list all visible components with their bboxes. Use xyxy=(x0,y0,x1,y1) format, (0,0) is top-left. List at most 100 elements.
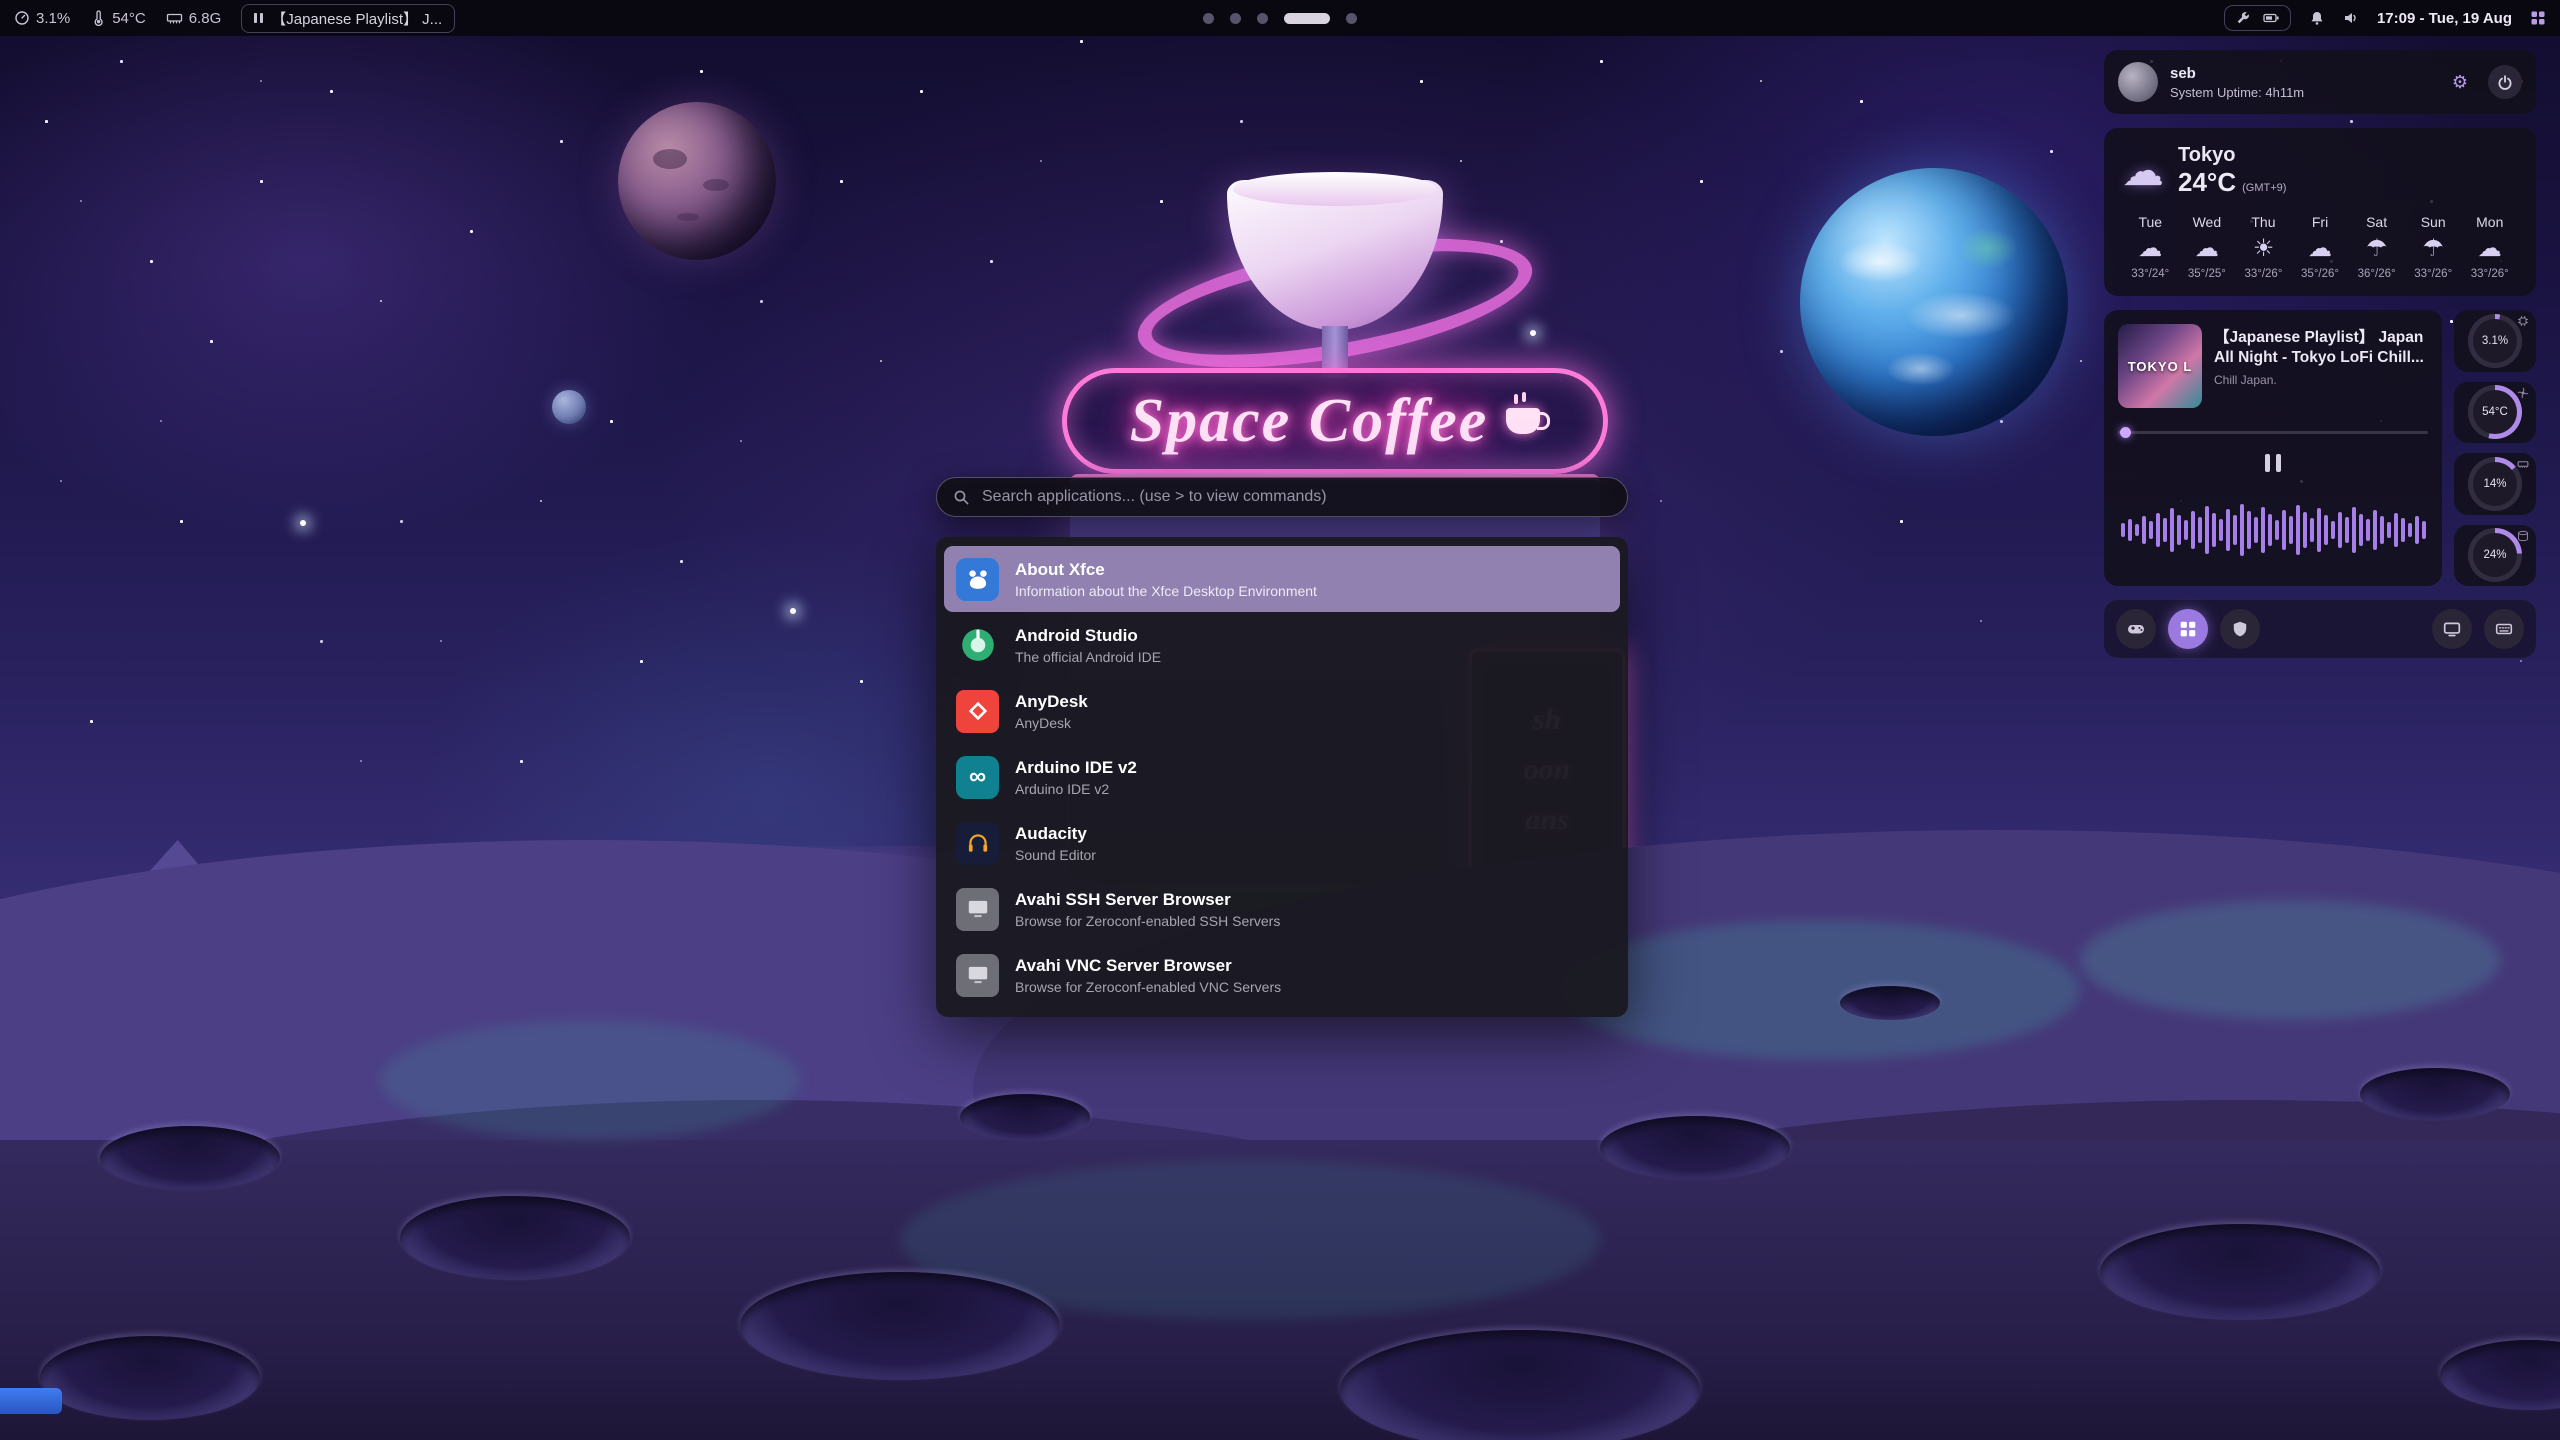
cpu-temp-value: 54°C xyxy=(112,10,146,27)
top-bar: 3.1% 54°C 6.8G 【Japanese Playlist】 J... … xyxy=(0,0,2560,36)
forecast-day: Fri ☁ 35°/26° xyxy=(2292,214,2349,280)
cpu-icon xyxy=(2517,315,2529,327)
media-player-card: TOKYO L 【Japanese Playlist】 Japan All Ni… xyxy=(2104,310,2442,586)
memory-indicator[interactable]: 6.8G xyxy=(166,10,222,27)
media-subtitle: Chill Japan. xyxy=(2214,373,2428,387)
about-xfce-icon xyxy=(956,558,999,601)
app-title: Avahi SSH Server Browser xyxy=(1015,890,1280,910)
user-card: seb System Uptime: 4h11m ⚙ xyxy=(2104,50,2536,114)
battery-icon[interactable] xyxy=(2263,10,2280,26)
crater xyxy=(400,1196,630,1280)
widget-panel: seb System Uptime: 4h11m ⚙ ☁ Tokyo 24°C … xyxy=(2104,50,2536,658)
cpu-gauge-value: 3.1% xyxy=(2482,335,2508,347)
cloud-icon: ☁ xyxy=(2122,150,2164,192)
workspace-dot-2[interactable] xyxy=(1230,13,1241,24)
temp-gauge-value: 54°C xyxy=(2482,406,2508,418)
workspace-dot-4-active[interactable] xyxy=(1284,13,1330,24)
cpu-gauge: 3.1% xyxy=(2454,310,2536,372)
ram-icon xyxy=(2517,458,2529,470)
app-description: Browse for Zeroconf-enabled VNC Servers xyxy=(1015,979,1281,995)
workspace-dot-1[interactable] xyxy=(1203,13,1214,24)
keyboard-button[interactable] xyxy=(2484,609,2524,649)
memory-icon xyxy=(166,10,183,26)
audacity-icon xyxy=(956,822,999,865)
search-input[interactable] xyxy=(980,487,1611,507)
seek-knob[interactable] xyxy=(2120,427,2131,438)
topbar-right: 17:09 - Tue, 19 Aug xyxy=(2224,5,2560,31)
app-grid-icon[interactable] xyxy=(2530,10,2546,26)
crater xyxy=(1600,1116,1790,1180)
weather-day-icon: ☀ xyxy=(2253,237,2275,261)
crater xyxy=(740,1272,1060,1380)
shield-button[interactable] xyxy=(2220,609,2260,649)
now-playing-label: 【Japanese Playlist】 J... xyxy=(271,8,442,29)
volume-icon[interactable] xyxy=(2343,10,2359,26)
system-uptime: System Uptime: 4h11m xyxy=(2170,85,2432,100)
launcher-item-arduino-ide[interactable]: ∞ Arduino IDE v2 Arduino IDE v2 xyxy=(944,744,1620,810)
app-title: Arduino IDE v2 xyxy=(1015,758,1137,778)
settings-button[interactable]: ⚙ xyxy=(2444,66,2476,98)
apps-grid-icon xyxy=(2179,620,2197,638)
app-description: Arduino IDE v2 xyxy=(1015,781,1137,797)
notification-bell-icon[interactable] xyxy=(2309,10,2325,26)
cpu-temp-indicator[interactable]: 54°C xyxy=(90,10,146,27)
crater xyxy=(1340,1330,1700,1440)
workspace-dot-5[interactable] xyxy=(1346,13,1357,24)
small-moon xyxy=(552,390,586,424)
avahi-vnc-icon xyxy=(956,954,999,997)
app-title: AnyDesk xyxy=(1015,692,1088,712)
cpu-usage-indicator[interactable]: 3.1% xyxy=(14,10,70,27)
weather-day-icon: ☁ xyxy=(2195,237,2219,261)
launcher-search xyxy=(936,477,1628,517)
pause-icon xyxy=(2265,454,2270,472)
memory-value: 6.8G xyxy=(189,10,222,27)
power-icon xyxy=(2497,74,2513,90)
weather-city: Tokyo xyxy=(2178,144,2286,167)
coffee-cup-icon xyxy=(1506,408,1540,434)
user-name: seb xyxy=(2170,65,2432,82)
system-tray xyxy=(2224,5,2291,31)
app-description: The official Android IDE xyxy=(1015,649,1161,665)
launcher-item-audacity[interactable]: Audacity Sound Editor xyxy=(944,810,1620,876)
fan-icon xyxy=(2517,387,2529,399)
weather-timezone: (GMT+9) xyxy=(2242,182,2286,194)
crater xyxy=(1840,986,1940,1020)
saturn-cup xyxy=(1062,128,1608,368)
now-playing-chip[interactable]: 【Japanese Playlist】 J... xyxy=(241,4,455,33)
apps-launcher-button[interactable] xyxy=(2168,609,2208,649)
weather-temp: 24°C xyxy=(2178,167,2236,198)
seek-slider[interactable] xyxy=(2118,426,2428,438)
planet xyxy=(618,102,776,260)
app-title: Android Studio xyxy=(1015,626,1161,646)
avahi-ssh-icon xyxy=(956,888,999,931)
arduino-icon: ∞ xyxy=(956,756,999,799)
display-button[interactable] xyxy=(2432,609,2472,649)
pause-button[interactable] xyxy=(2259,448,2287,478)
forecast-day: Thu ☀ 33°/26° xyxy=(2235,214,2292,280)
power-button[interactable] xyxy=(2488,65,2522,99)
app-title: Audacity xyxy=(1015,824,1096,844)
workspace-dot-3[interactable] xyxy=(1257,13,1268,24)
gamepad-button[interactable] xyxy=(2116,609,2156,649)
launcher-item-android-studio[interactable]: Android Studio The official Android IDE xyxy=(944,612,1620,678)
memory-gauge-value: 14% xyxy=(2483,478,2506,490)
launcher-item-avahi-vnc[interactable]: Avahi VNC Server Browser Browse for Zero… xyxy=(944,942,1620,1008)
crater xyxy=(2100,1224,2380,1320)
forecast-day: Wed ☁ 35°/25° xyxy=(2179,214,2236,280)
launcher-item-avahi-ssh[interactable]: Avahi SSH Server Browser Browse for Zero… xyxy=(944,876,1620,942)
weather-card: ☁ Tokyo 24°C (GMT+9) Tue ☁ 33°/24° Wed ☁… xyxy=(2104,128,2536,296)
launcher-item-about-xfce[interactable]: About Xfce Information about the Xfce De… xyxy=(944,546,1620,612)
crater xyxy=(960,1094,1090,1140)
weather-day-icon: ☁ xyxy=(2138,237,2162,261)
pause-icon xyxy=(254,13,263,23)
quick-actions xyxy=(2104,600,2536,658)
crater xyxy=(2360,1068,2510,1120)
earth-planet xyxy=(1800,168,2068,436)
wrench-icon[interactable] xyxy=(2235,10,2251,26)
app-description: Browse for Zeroconf-enabled SSH Servers xyxy=(1015,913,1280,929)
forecast-day: Sun ☂ 33°/26° xyxy=(2405,214,2462,280)
launcher-item-anydesk[interactable]: AnyDesk AnyDesk xyxy=(944,678,1620,744)
disk-icon xyxy=(2517,530,2529,542)
clock[interactable]: 17:09 - Tue, 19 Aug xyxy=(2377,10,2512,27)
system-gauges: 3.1% 54°C 14% 24% xyxy=(2454,310,2536,586)
